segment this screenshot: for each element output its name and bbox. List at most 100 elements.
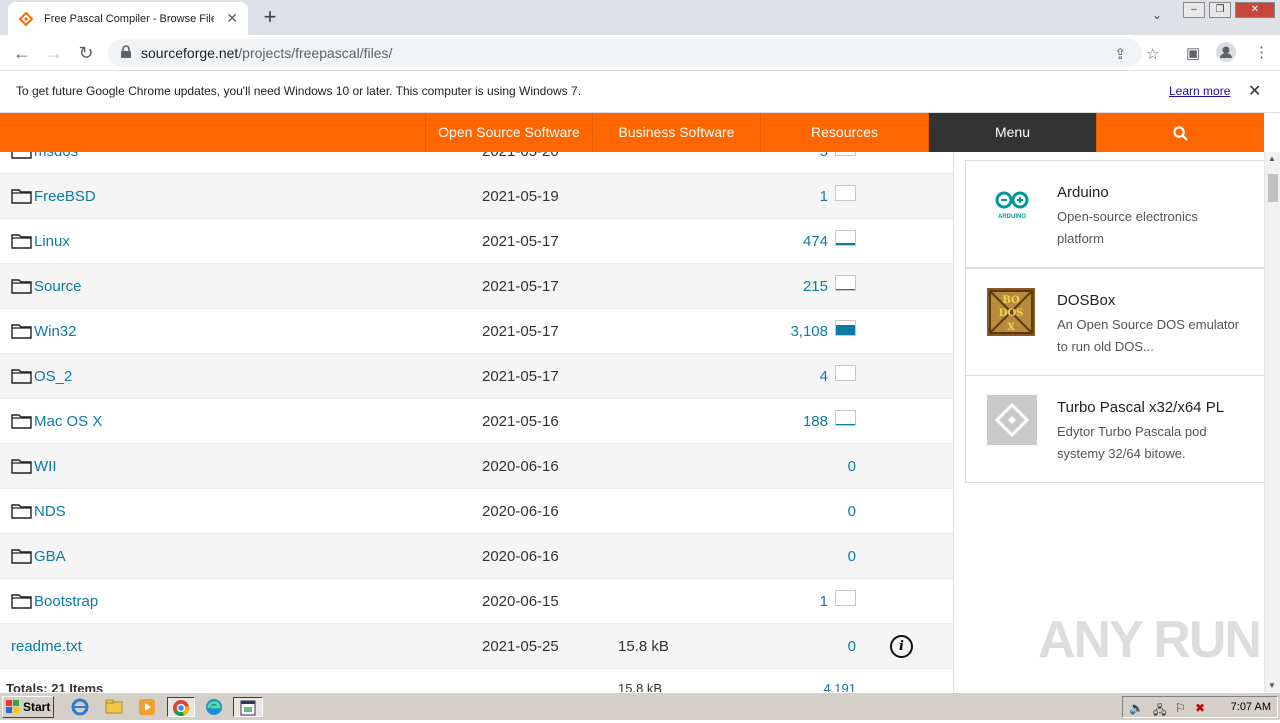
download-sparkline[interactable] [835, 410, 856, 426]
file-name-link[interactable]: readme.txt [11, 638, 82, 655]
folder-name-link[interactable]: Mac OS X [34, 413, 102, 430]
download-count-link[interactable]: 5 [820, 152, 828, 160]
download-sparkline[interactable] [835, 365, 856, 381]
side-panel-icon[interactable]: ▣ [1186, 44, 1200, 62]
edge-icon[interactable] [204, 697, 226, 717]
forward-arrow-icon[interactable]: → [42, 41, 66, 65]
folder-name-link[interactable]: FreeBSD [34, 188, 96, 205]
folder-name-link[interactable]: Win32 [34, 323, 77, 340]
file-row[interactable]: OS_2 2021-05-17 4 [0, 354, 953, 399]
tab-title: Free Pascal Compiler - Browse Files at [44, 12, 214, 25]
download-sparkline[interactable] [835, 275, 856, 291]
file-row-readme[interactable]: readme.txt 2021-05-25 15.8 kB 0 i [0, 624, 953, 669]
download-count-link[interactable]: 0 [848, 503, 856, 520]
download-count-link[interactable]: 3,108 [790, 323, 828, 340]
file-date: 2021-05-17 [482, 368, 559, 385]
tab-strip: Free Pascal Compiler - Browse Files at ✕… [0, 0, 1280, 35]
nav-menu-button[interactable]: Menu [928, 113, 1096, 152]
svg-text:X: X [1007, 322, 1015, 333]
nav-search-button[interactable] [1096, 113, 1264, 152]
folder-name-link[interactable]: GBA [34, 548, 66, 565]
info-icon[interactable]: i [890, 635, 913, 658]
folder-name-link[interactable]: NDS [34, 503, 66, 520]
download-count-link[interactable]: 0 [848, 638, 856, 655]
file-date: 2021-05-25 [482, 638, 559, 655]
file-row[interactable]: msdos 2021-05-20 5 [0, 152, 953, 174]
file-row[interactable]: Bootstrap 2020-06-15 1 [0, 579, 953, 624]
download-count-link[interactable]: 474 [803, 233, 828, 250]
nav-open-source-software[interactable]: Open Source Software [425, 113, 592, 152]
download-count-link[interactable]: 1 [820, 188, 828, 205]
action-center-flag-icon[interactable]: ⚐ [1175, 701, 1186, 715]
folder-icon [11, 152, 32, 159]
download-count-link[interactable]: 188 [803, 413, 828, 430]
restore-button[interactable]: ❐ [1209, 2, 1231, 18]
download-count-link[interactable]: 4 [820, 368, 828, 385]
bookmark-star-icon[interactable]: ☆ [1146, 45, 1159, 63]
new-tab-button[interactable]: + [258, 4, 282, 30]
sidebar-card-arduino[interactable]: ARDUINO Arduino Open-source electronics … [965, 160, 1264, 268]
download-sparkline[interactable] [835, 590, 856, 606]
download-count-link[interactable]: 215 [803, 278, 828, 295]
download-sparkline[interactable] [835, 320, 856, 336]
folder-name-link[interactable]: Bootstrap [34, 593, 98, 610]
back-arrow-icon[interactable]: ← [10, 41, 34, 65]
network-icon[interactable]: 🖧 [1153, 701, 1166, 722]
download-sparkline[interactable] [835, 230, 856, 246]
internet-explorer-icon[interactable] [70, 697, 92, 717]
close-window-button[interactable]: ✕ [1235, 2, 1275, 18]
learn-more-link[interactable]: Learn more [1169, 84, 1230, 98]
file-row[interactable]: Mac OS X 2021-05-16 188 [0, 399, 953, 444]
volume-icon[interactable]: 🔈 [1129, 701, 1144, 715]
totals-row: Totals: 21 Items 15.8 kB 4,191 [0, 669, 953, 692]
download-count-link[interactable]: 1 [820, 593, 828, 610]
card-title: DOSBox [1057, 292, 1116, 309]
download-count-link[interactable]: 0 [848, 548, 856, 565]
kebab-menu-icon[interactable]: ⋮ [1254, 43, 1269, 61]
sourceforge-nav: Open Source Software Business Software R… [0, 113, 1264, 152]
app-window-taskbar-icon[interactable] [233, 697, 263, 717]
minimize-button[interactable]: – [1183, 2, 1205, 18]
file-row[interactable]: WII 2020-06-16 0 [0, 444, 953, 489]
folder-icon [11, 413, 32, 429]
start-button[interactable]: Start [2, 696, 54, 718]
sidebar-card-turbo-pascal[interactable]: Turbo Pascal x32/x64 PL Edytor Turbo Pas… [965, 375, 1264, 483]
browser-tab[interactable]: Free Pascal Compiler - Browse Files at ✕ [8, 2, 248, 35]
folder-name-link[interactable]: Linux [34, 233, 70, 250]
totals-downloads: 4,191 [823, 681, 856, 692]
download-count-link[interactable]: 0 [848, 458, 856, 475]
sparkline-fill [836, 325, 855, 335]
folder-name-link[interactable]: OS_2 [34, 368, 72, 385]
profile-avatar-icon[interactable] [1216, 42, 1236, 66]
media-player-icon[interactable] [137, 697, 159, 717]
file-row[interactable]: FreeBSD 2021-05-19 1 [0, 174, 953, 219]
security-alert-icon[interactable]: ✖ [1195, 701, 1205, 715]
share-icon[interactable]: ⇪ [1114, 45, 1127, 63]
sidebar-card-dosbox[interactable]: BO DOS X DOSBox An Open Source DOS emula… [965, 268, 1264, 376]
chrome-taskbar-icon[interactable] [167, 697, 195, 717]
scrollbar-thumb[interactable] [1268, 174, 1278, 202]
nav-resources[interactable]: Resources [760, 113, 928, 152]
file-row[interactable]: Linux 2021-05-17 474 [0, 219, 953, 264]
file-row[interactable]: Win32 2021-05-17 3,108 [0, 309, 953, 354]
folder-name-link[interactable]: Source [34, 278, 82, 295]
folder-name-link[interactable]: WII [34, 458, 57, 475]
download-sparkline[interactable] [835, 152, 856, 156]
file-explorer-icon[interactable] [104, 697, 126, 717]
tab-close-icon[interactable]: ✕ [226, 10, 238, 27]
reload-icon[interactable]: ↻ [74, 41, 98, 65]
file-row[interactable]: Source 2021-05-17 215 [0, 264, 953, 309]
scroll-up-arrow-icon[interactable]: ▲ [1268, 154, 1276, 163]
sourceforge-favicon-icon [18, 11, 34, 27]
nav-business-software[interactable]: Business Software [592, 113, 760, 152]
infobar-close-icon[interactable]: ✕ [1248, 81, 1261, 101]
totals-size: 15.8 kB [618, 681, 663, 692]
address-bar[interactable]: sourceforge.net/projects/freepascal/file… [108, 39, 1142, 67]
scroll-down-arrow-icon[interactable]: ▼ [1268, 681, 1276, 690]
file-row[interactable]: NDS 2020-06-16 0 [0, 489, 953, 534]
tab-search-chevron-icon[interactable]: ⌄ [1152, 8, 1162, 22]
file-row[interactable]: GBA 2020-06-16 0 [0, 534, 953, 579]
page-scrollbar[interactable]: ▲ ▼ [1264, 152, 1280, 692]
download-sparkline[interactable] [835, 185, 856, 201]
folder-name-link[interactable]: msdos [34, 152, 78, 160]
